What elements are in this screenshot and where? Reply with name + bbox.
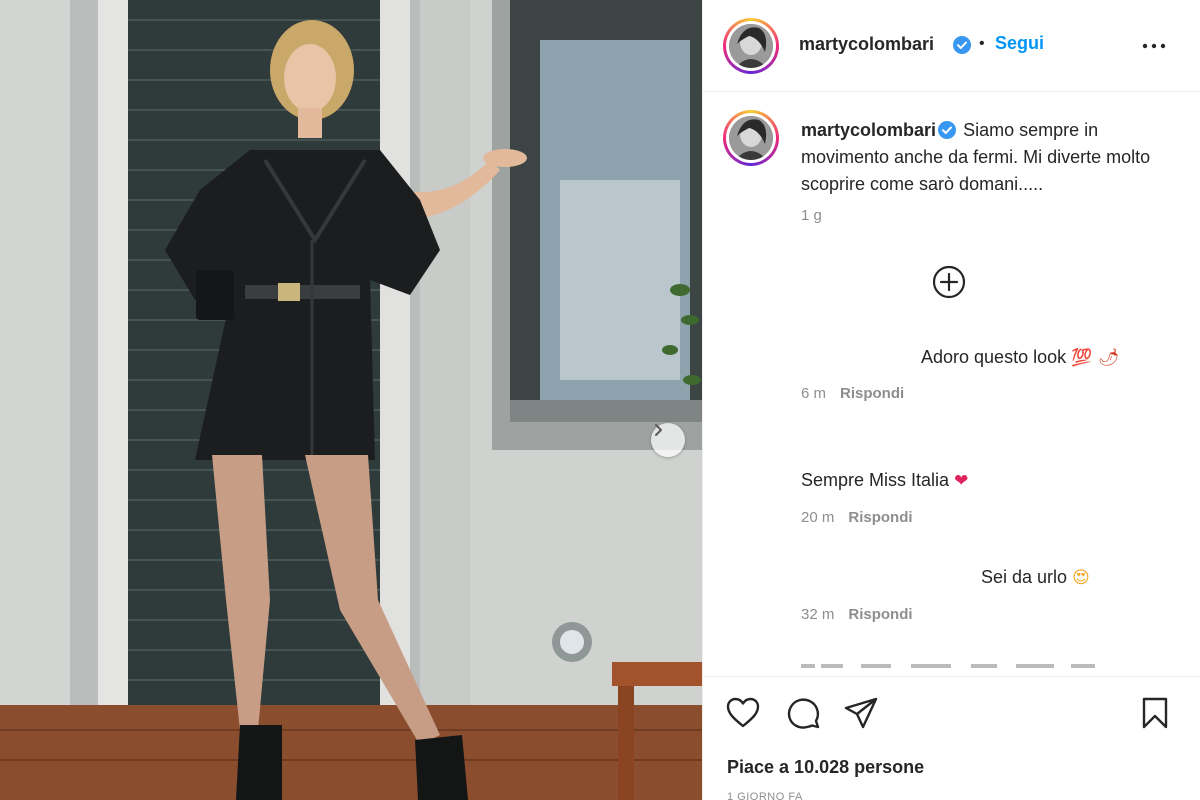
caption-username[interactable]: martycolombari [801,120,936,140]
reply-button[interactable]: Rispondi [848,606,912,623]
verified-badge-icon [938,120,957,139]
carousel-next-button[interactable] [651,423,685,457]
post-caption: martycolombari Siamo sempre in movimento… [801,117,1171,198]
comment-3-meta: 32 m Rispondi [801,606,913,623]
comment-timestamp: 6 m [801,385,827,402]
author-username[interactable]: martycolombari [799,34,934,55]
heart-emoji: ❤ [954,471,969,491]
comment-3: Sei da urlo 😍 [981,567,1090,588]
post-side-panel: martycolombari • Segui martycolombari Si… [702,0,1200,800]
reply-button[interactable]: Rispondi [848,509,912,526]
emoji-hundred-pepper: 💯 🌶 [1071,348,1120,368]
heart-icon[interactable] [725,695,761,731]
likes-count[interactable]: Piace a 10.028 persone [727,757,924,778]
post-actions-bar: Piace a 10.028 persone 1 GIORNO FA [703,676,1200,800]
avatar-image [729,24,773,68]
comment-text: Adoro questo look [921,347,1067,367]
post-image-illustration [0,0,702,800]
more-options-icon[interactable] [1139,34,1169,58]
avatar-image [729,116,773,160]
comment-text: Sempre Miss Italia [801,470,950,490]
follow-button[interactable]: Segui [995,33,1044,54]
post-photo [0,0,702,800]
post-header: martycolombari • Segui [703,0,1200,92]
verified-badge-icon [953,36,971,54]
plus-circle-icon[interactable] [931,264,967,300]
comment-bubble-icon[interactable] [785,695,821,731]
comment-timestamp: 20 m [801,509,835,526]
comment-1: Adoro questo look 💯 🌶 [921,347,1119,368]
comment-2: Sempre Miss Italia ❤ [801,470,968,491]
post-date: 1 GIORNO FA [727,791,803,800]
paper-plane-icon[interactable] [843,695,879,731]
cropped-comment [801,664,1095,668]
separator-dot: • [979,35,985,52]
comment-1-meta: 6 m Rispondi [801,385,904,402]
caption-timestamp: 1 g [801,207,822,224]
caption-avatar[interactable] [723,110,779,166]
chevron-right-icon [655,424,662,436]
bookmark-icon[interactable] [1137,695,1173,731]
comment-timestamp: 32 m [801,606,835,623]
comment-text: Sei da urlo [981,567,1068,587]
author-avatar[interactable] [723,18,779,74]
heart-eyes-emoji: 😍 [1072,568,1090,588]
reply-button[interactable]: Rispondi [840,385,904,402]
comment-2-meta: 20 m Rispondi [801,509,913,526]
